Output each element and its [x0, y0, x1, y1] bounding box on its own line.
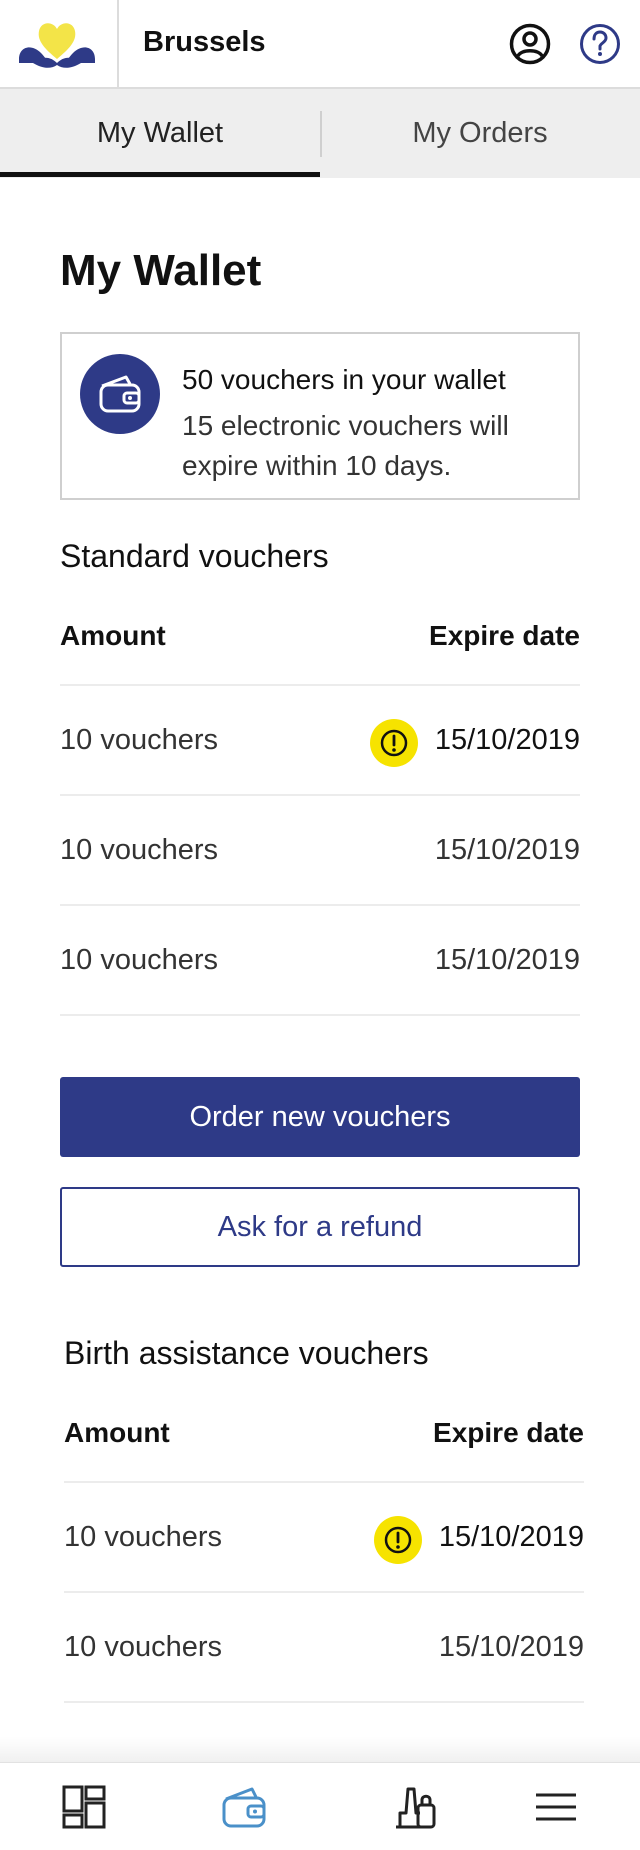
row-expire-date: 15/10/2019	[434, 724, 580, 756]
table-divider	[60, 1014, 580, 1016]
page-title: My Wallet	[60, 246, 262, 295]
warning-icon	[374, 1516, 422, 1564]
table-row: 10 vouchers 15/10/2019	[60, 794, 580, 904]
user-icon[interactable]	[509, 23, 551, 65]
help-icon[interactable]	[579, 23, 621, 65]
row-amount: 10 vouchers	[60, 724, 218, 756]
row-expire-date: 15/10/2019	[434, 834, 580, 866]
row-amount: 10 vouchers	[60, 944, 218, 976]
standard-col-expire: Expire date	[429, 620, 580, 651]
tab-my-wallet[interactable]: My Wallet	[0, 89, 320, 178]
city-name: Brussels	[143, 26, 266, 58]
birth-col-amount: Amount	[64, 1417, 170, 1448]
row-expire-date: 15/10/2019	[438, 1631, 584, 1663]
order-new-vouchers-button[interactable]: Order new vouchers	[60, 1077, 580, 1157]
row-expire-date: 15/10/2019	[438, 1521, 584, 1553]
bottom-nav-shadow	[0, 1736, 640, 1762]
tab-bar: My Wallet My Orders	[0, 89, 640, 178]
row-amount: 10 vouchers	[64, 1521, 222, 1553]
row-amount: 10 vouchers	[60, 834, 218, 866]
summary-subtitle: 15 electronic vouchers will expire withi…	[182, 410, 509, 481]
wallet-nav-icon[interactable]	[220, 1783, 268, 1831]
brand-logo[interactable]	[0, 0, 119, 87]
row-expire-date: 15/10/2019	[434, 944, 580, 976]
app-header: Brussels	[0, 0, 640, 89]
wallet-icon	[80, 354, 160, 434]
birth-vouchers-title: Birth assistance vouchers	[64, 1335, 429, 1371]
standard-col-amount: Amount	[60, 620, 166, 651]
warning-icon	[370, 719, 418, 767]
menu-icon[interactable]	[532, 1783, 580, 1831]
table-row: 10 vouchers 15/10/2019	[64, 1591, 584, 1701]
brussels-iris-logo	[19, 23, 95, 68]
active-tab-indicator	[0, 172, 320, 177]
row-amount: 10 vouchers	[64, 1631, 222, 1663]
bottom-navigation	[0, 1762, 640, 1850]
wallet-summary-card: 50 vouchers in your wallet 15 electronic…	[60, 332, 580, 500]
table-row: 10 vouchers 15/10/2019	[60, 684, 580, 794]
table-divider	[64, 1701, 584, 1703]
standard-vouchers-title: Standard vouchers	[60, 538, 329, 574]
shopping-icon[interactable]	[392, 1783, 440, 1831]
ask-refund-button[interactable]: Ask for a refund	[60, 1187, 580, 1267]
dashboard-icon[interactable]	[60, 1783, 108, 1831]
table-row: 10 vouchers 15/10/2019	[64, 1481, 584, 1591]
tab-my-orders[interactable]: My Orders	[320, 89, 640, 178]
table-row: 10 vouchers 15/10/2019	[60, 904, 580, 1014]
birth-col-expire: Expire date	[433, 1417, 584, 1448]
summary-title: 50 vouchers in your wallet	[182, 364, 506, 395]
